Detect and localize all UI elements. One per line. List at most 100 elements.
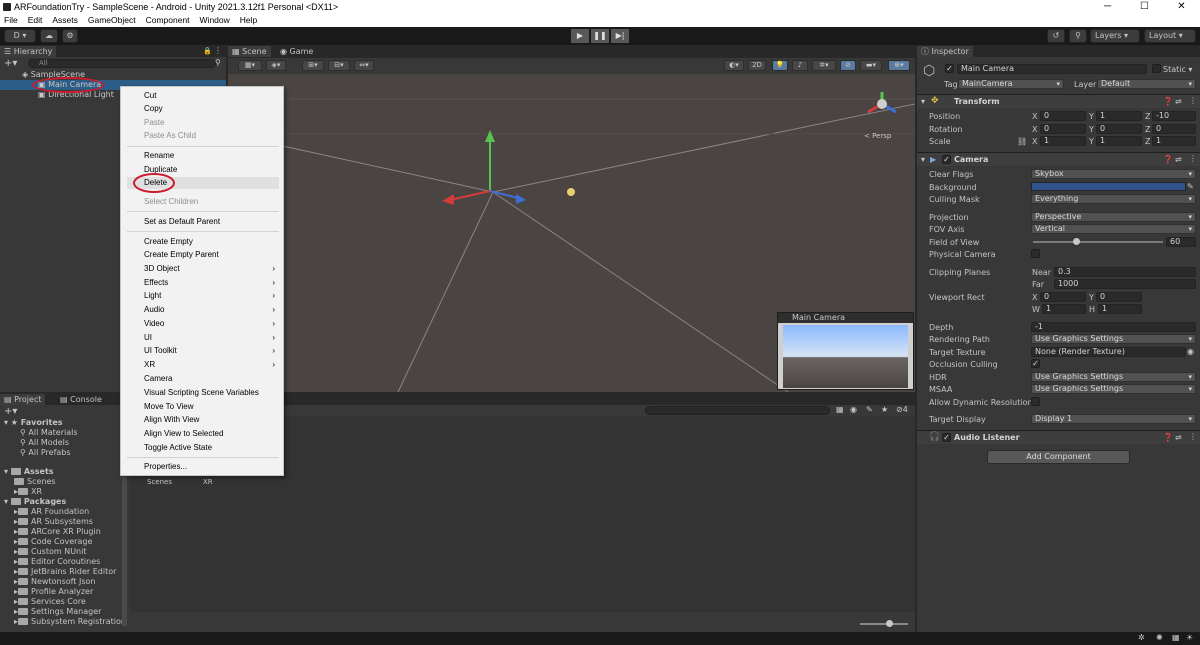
camera-enabled-checkbox[interactable]: ✓: [942, 155, 951, 164]
menu-item-copy[interactable]: Copy: [144, 104, 163, 114]
projection-dropdown[interactable]: Perspective: [1031, 212, 1196, 222]
menu-item-ui[interactable]: UI: [144, 333, 152, 343]
package-folder[interactable]: ▸ Subsystem Registration: [14, 617, 126, 627]
favorite-item[interactable]: ⚲ All Prefabs: [20, 448, 71, 458]
package-folder[interactable]: ▸ Services Core: [14, 597, 86, 607]
menu-item-toggle-active[interactable]: Toggle Active State: [144, 443, 212, 453]
preset-icon[interactable]: ⇌: [1175, 433, 1182, 442]
menu-item-effects[interactable]: Effects: [144, 278, 168, 288]
play-button[interactable]: ▶: [571, 29, 589, 43]
package-folder[interactable]: ▸ ARCore XR Plugin: [14, 527, 101, 537]
audio-listener-header[interactable]: 🎧 ✓ Audio Listener ❓ ⇌ ⋮: [917, 430, 1200, 444]
position-y-field[interactable]: 1: [1096, 111, 1142, 121]
menu-item-visual-scripting[interactable]: Visual Scripting Scene Variables: [144, 388, 259, 398]
menu-item-create-empty-parent[interactable]: Create Empty Parent: [144, 250, 219, 260]
scale-y-field[interactable]: 1: [1096, 136, 1142, 146]
menu-item-ui-toolkit[interactable]: UI Toolkit: [144, 346, 177, 356]
fold-icon[interactable]: ▾: [921, 155, 925, 164]
asset-folder[interactable]: Scenes: [14, 477, 56, 487]
tab-game[interactable]: ◉ Game: [276, 46, 317, 57]
fov-field[interactable]: 60: [1166, 237, 1196, 247]
favorites-header[interactable]: ▾ ★ Favorites: [4, 418, 63, 428]
menu-item-set-default-parent[interactable]: Set as Default Parent: [144, 217, 220, 227]
help-icon[interactable]: ❓: [1163, 155, 1173, 164]
bug-icon[interactable]: ✲: [1138, 633, 1145, 642]
preset-icon[interactable]: ⇌: [1175, 97, 1182, 106]
package-folder[interactable]: ▸ JetBrains Rider Editor: [14, 567, 116, 577]
pause-button[interactable]: ❚❚: [591, 29, 609, 43]
clear-flags-dropdown[interactable]: Skybox: [1031, 169, 1196, 179]
menu-assets[interactable]: Assets: [47, 14, 83, 27]
tab-scene[interactable]: ▦ Scene: [228, 46, 271, 57]
rotation-z-field[interactable]: 0: [1152, 124, 1196, 134]
camera-dropdown[interactable]: ▬▾: [860, 60, 882, 71]
assets-header[interactable]: ▾ Assets: [4, 467, 54, 477]
package-folder[interactable]: ▸ Newtonsoft Json: [14, 577, 95, 587]
maximize-button[interactable]: ☐: [1126, 0, 1163, 14]
transform-header[interactable]: ▾ ✥ Transform ❓ ⇌ ⋮: [917, 94, 1200, 108]
package-folder[interactable]: ▸ Settings Manager: [14, 607, 101, 617]
menu-file[interactable]: File: [0, 14, 23, 27]
far-field[interactable]: 1000: [1054, 279, 1196, 289]
grid-snap-dropdown[interactable]: ⊞▾: [302, 60, 324, 71]
target-texture-field[interactable]: None (Render Texture): [1031, 347, 1186, 357]
object-name-field[interactable]: Main Camera: [957, 64, 1147, 74]
viewport-x-field[interactable]: 0: [1040, 292, 1086, 302]
fov-axis-dropdown[interactable]: Vertical: [1031, 224, 1196, 234]
audio-listener-checkbox[interactable]: ✓: [942, 433, 951, 442]
tag-dropdown[interactable]: MainCamera: [958, 79, 1064, 89]
static-checkbox[interactable]: [1152, 64, 1161, 73]
cloud-icon[interactable]: ☁: [40, 29, 58, 43]
msaa-dropdown[interactable]: Use Graphics Settings: [1031, 384, 1196, 394]
more-icon[interactable]: ⋮: [214, 46, 222, 55]
package-folder[interactable]: ▸ AR Subsystems: [14, 517, 93, 527]
account-dropdown[interactable]: D ▾: [4, 29, 36, 43]
filter-label-icon[interactable]: ◉: [850, 405, 857, 414]
menu-help[interactable]: Help: [235, 14, 262, 27]
layer-dropdown[interactable]: Default: [1097, 79, 1196, 89]
rendering-path-dropdown[interactable]: Use Graphics Settings: [1031, 334, 1196, 344]
step-button[interactable]: ▶|: [611, 29, 629, 43]
filter-icon[interactable]: ⚲: [215, 58, 221, 67]
package-folder[interactable]: ▸ Custom NUnit: [14, 547, 86, 557]
constrain-proportions-icon[interactable]: ⛓: [1017, 137, 1027, 146]
scale-x-field[interactable]: 1: [1040, 136, 1086, 146]
dynamic-resolution-checkbox[interactable]: [1031, 397, 1040, 406]
menu-item-xr[interactable]: XR: [144, 360, 155, 370]
scene-view[interactable]: < Persp Main Camera: [228, 74, 915, 392]
hdr-dropdown[interactable]: Use Graphics Settings: [1031, 372, 1196, 382]
background-color-swatch[interactable]: [1031, 182, 1186, 191]
hidden-objects-icon[interactable]: ⊘: [840, 60, 856, 71]
hierarchy-scene-row[interactable]: ◈ SampleScene: [0, 70, 226, 80]
add-dropdown[interactable]: +▾: [4, 58, 17, 69]
grid-item-scenes[interactable]: Scenes: [147, 478, 172, 486]
zoom-slider-thumb[interactable]: [886, 620, 893, 627]
preset-icon[interactable]: ⇌: [1175, 155, 1182, 164]
menu-item-cut[interactable]: Cut: [144, 91, 156, 101]
gizmos-dropdown[interactable]: ⊕▾: [888, 60, 910, 71]
lighting-icon[interactable]: ☀: [1186, 633, 1193, 642]
effects-dropdown[interactable]: ✲▾: [812, 60, 836, 71]
occlusion-culling-checkbox[interactable]: ✓: [1031, 359, 1040, 368]
fold-icon[interactable]: ▾: [921, 97, 925, 106]
component-menu-icon[interactable]: ⋮: [1189, 432, 1197, 441]
packages-header[interactable]: ▾ Packages: [4, 497, 66, 507]
project-search-input[interactable]: [645, 406, 830, 415]
menu-edit[interactable]: Edit: [23, 14, 48, 27]
component-menu-icon[interactable]: ⋮: [1189, 154, 1197, 163]
component-menu-icon[interactable]: ⋮: [1189, 96, 1197, 105]
menu-item-properties[interactable]: Properties...: [144, 462, 187, 472]
snap-dropdown[interactable]: ⊟▾: [328, 60, 350, 71]
grid-item-xr[interactable]: XR: [203, 478, 213, 486]
camera-header[interactable]: ▾ ▶ ✓ Camera ❓ ⇌ ⋮: [917, 152, 1200, 166]
shading-dropdown[interactable]: ◐▾: [724, 60, 744, 71]
draw-mode-dropdown[interactable]: ▦▾: [238, 60, 262, 71]
package-folder[interactable]: ▸ Code Coverage: [14, 537, 92, 547]
viewport-w-field[interactable]: 1: [1042, 304, 1086, 314]
depth-field[interactable]: -1: [1031, 322, 1196, 332]
menu-component[interactable]: Component: [141, 14, 195, 27]
active-checkbox[interactable]: ✓: [945, 64, 954, 73]
fov-slider-thumb[interactable]: [1073, 238, 1080, 245]
search-icon[interactable]: ⚲: [1069, 29, 1087, 43]
menu-item-camera[interactable]: Camera: [144, 374, 172, 384]
